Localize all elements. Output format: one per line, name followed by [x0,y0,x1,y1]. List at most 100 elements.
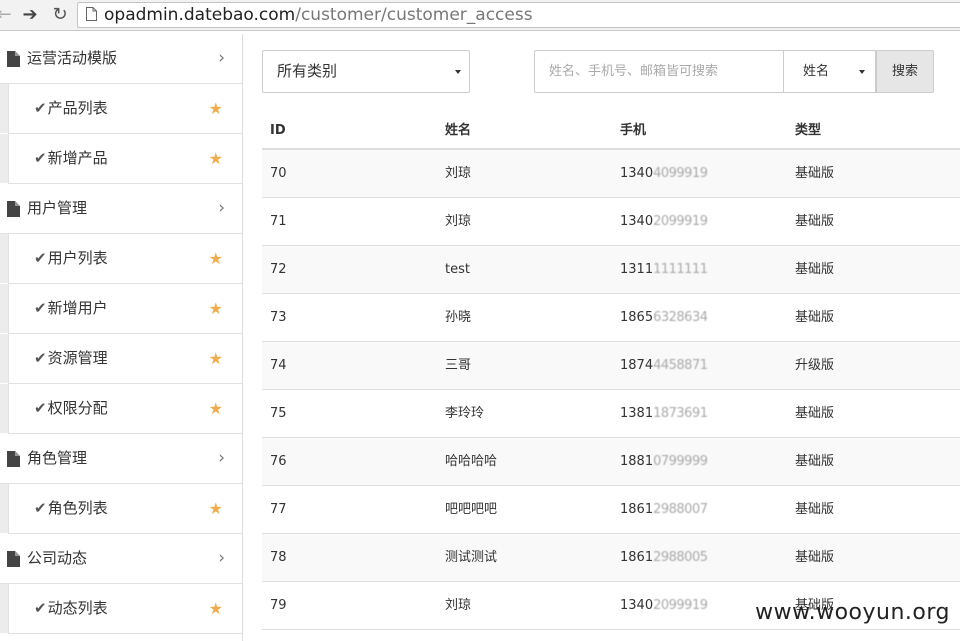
search-field-select[interactable]: 姓名 [784,50,876,93]
sidebar-group-campaign-templates[interactable]: 运营活动模版 › [0,34,242,84]
star-icon[interactable]: ★ [209,134,223,183]
phone-masked: 1111111 [653,262,708,277]
document-icon [7,551,20,567]
phone-masked: 2099919 [653,214,708,229]
table-row[interactable]: 76 哈哈哈哈 18810799999 基础版 [262,438,960,486]
forward-arrow-icon[interactable]: ➔ [20,4,40,26]
cell-name: test [445,262,470,277]
star-icon[interactable]: ★ [209,284,223,333]
category-select-value: 所有类别 [277,62,338,80]
sidebar-item-label: 新增产品 [47,149,108,167]
cell-id: 75 [270,406,287,421]
chevron-right-icon: › [218,548,225,568]
sidebar-item-label: 用户管理 [27,199,88,217]
sidebar-item-label: 动态列表 [47,599,108,617]
back-arrow-icon[interactable]: ← [0,4,14,26]
sidebar-item-resource-management[interactable]: ✔资源管理 ★ [0,334,242,384]
column-header-name[interactable]: 姓名 [445,112,471,150]
check-icon: ✔ [34,349,47,367]
check-icon: ✔ [34,99,47,117]
sidebar-item-user-list[interactable]: ✔用户列表 ★ [0,234,242,284]
cell-phone: 13402099919 [620,582,708,629]
sidebar-item-label: 运营活动模版 [27,49,118,67]
search-field-value: 姓名 [803,64,830,79]
document-icon [7,451,20,467]
url-text: opadmin.datebao.com/customer/customer_ac… [104,5,533,25]
cell-type: 基础版 [795,262,835,277]
document-icon [7,201,20,217]
table-row[interactable]: 70 刘琼 13404099919 基础版 [262,150,960,198]
column-header-id[interactable]: ID [270,112,286,150]
phone-prefix: 1381 [620,406,654,421]
star-icon[interactable]: ★ [209,484,223,533]
sidebar-item-product-list[interactable]: ✔产品列表 ★ [0,84,242,134]
sidebar-item-add-user[interactable]: ✔新增用户 ★ [0,284,242,334]
cell-phone: 13402099919 [620,198,708,245]
phone-prefix: 1340 [620,166,654,181]
browser-toolbar: ← ➔ ↻ opadmin.datebao.com/customer/custo… [0,0,960,31]
table-row[interactable]: 72 test 13111111111 基础版 [262,246,960,294]
phone-masked: 0799999 [653,454,708,469]
star-icon[interactable]: ★ [209,384,223,433]
document-icon [7,51,20,67]
column-header-phone[interactable]: 手机 [620,112,646,150]
check-icon: ✔ [34,499,47,517]
star-icon[interactable]: ★ [209,84,223,133]
cell-id: 79 [270,598,287,613]
table-row[interactable]: 77 吧吧吧吧 18612988007 基础版 [262,486,960,534]
sidebar-item-label: 资源管理 [47,349,108,367]
table-row[interactable]: 78 测试测试 18612988005 基础版 [262,534,960,582]
table-row[interactable]: 74 三哥 18744458871 升级版 [262,342,960,390]
phone-masked: 4458871 [653,358,708,373]
page-icon [86,7,97,21]
chevron-right-icon: › [218,198,225,218]
sidebar-item-role-list[interactable]: ✔角色列表 ★ [0,484,242,534]
sidebar-group-company-news[interactable]: 公司动态 › [0,534,242,584]
cell-type: 基础版 [795,550,835,565]
cell-phone: 18612988007 [620,486,708,533]
table-row[interactable]: 75 李玲玲 13811873691 基础版 [262,390,960,438]
table-row[interactable]: 73 孙晓 18656328634 基础版 [262,294,960,342]
category-select[interactable]: 所有类别 [262,50,470,93]
phone-prefix: 1865 [620,310,654,325]
search-input[interactable] [534,50,784,93]
sidebar-item-permission-assignment[interactable]: ✔权限分配 ★ [0,384,242,434]
table-row[interactable]: 71 刘琼 13402099919 基础版 [262,198,960,246]
sidebar-group-role-management[interactable]: 角色管理 › [0,434,242,484]
cell-name: 李玲玲 [445,406,485,421]
cell-phone: 13811873691 [620,390,708,437]
phone-prefix: 1311 [620,262,654,277]
cell-type: 基础版 [795,406,835,421]
cell-id: 74 [270,358,287,373]
cell-name: 刘琼 [445,598,472,613]
phone-prefix: 1881 [620,454,654,469]
phone-prefix: 1861 [620,550,654,565]
star-icon[interactable]: ★ [209,584,223,633]
sidebar-item-label: 新增用户 [47,299,108,317]
cell-name: 刘琼 [445,166,472,181]
cell-phone: 13111111111 [620,246,708,293]
main-content: 所有类别 姓名 搜索 ID 姓名 手机 类型 70刘琼13404099919基础… [243,34,960,641]
star-icon[interactable]: ★ [209,234,223,283]
sidebar-item-add-product[interactable]: ✔新增产品 ★ [0,134,242,184]
cell-id: 73 [270,310,287,325]
sidebar-group-user-management[interactable]: 用户管理 › [0,184,242,234]
cell-type: 基础版 [795,166,835,181]
phone-masked: 4099919 [653,166,708,181]
cell-name: 吧吧吧吧 [445,502,498,517]
address-bar[interactable]: opadmin.datebao.com/customer/customer_ac… [77,2,960,28]
reload-icon[interactable]: ↻ [50,4,70,26]
phone-prefix: 1861 [620,502,654,517]
cell-name: 三哥 [445,358,472,373]
phone-masked: 2988005 [653,550,708,565]
cell-name: 哈哈哈哈 [445,454,498,469]
phone-masked: 6328634 [653,310,708,325]
search-button[interactable]: 搜索 [876,50,934,93]
chevron-right-icon: › [218,48,225,68]
star-icon[interactable]: ★ [209,334,223,383]
sidebar-item-label: 角色管理 [27,449,88,467]
cell-phone: 18744458871 [620,342,708,389]
sidebar-item-news-list[interactable]: ✔动态列表 ★ [0,584,242,634]
cell-id: 76 [270,454,287,469]
column-header-type[interactable]: 类型 [795,112,821,150]
